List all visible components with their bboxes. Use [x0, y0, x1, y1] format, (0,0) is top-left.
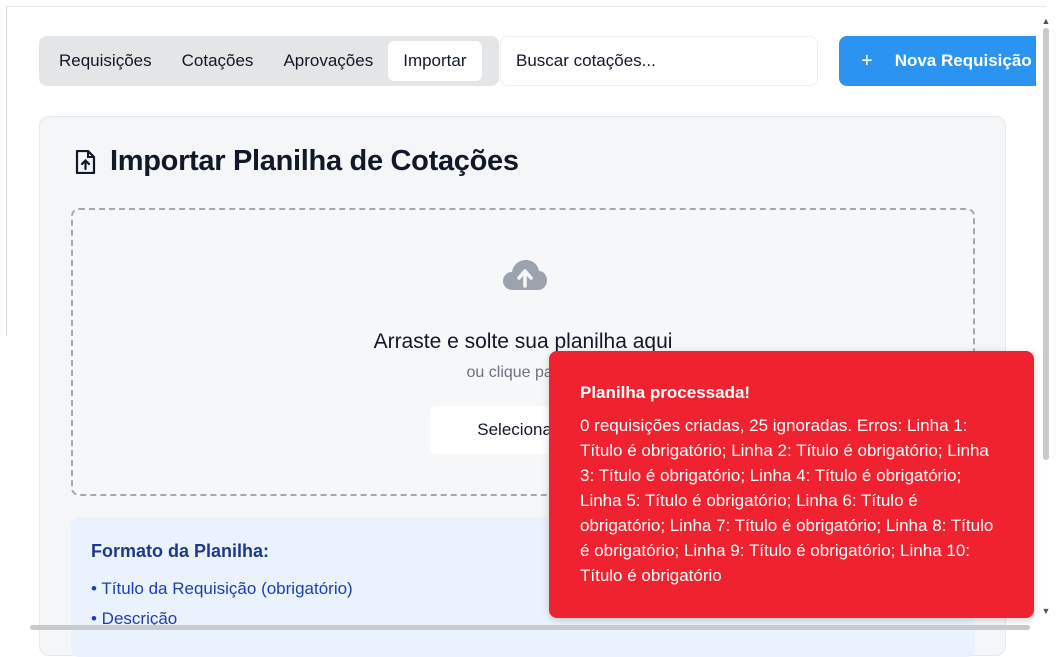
search-input[interactable]: Buscar cotações... — [500, 36, 818, 86]
divider — [6, 6, 1046, 7]
error-toast[interactable]: Planilha processada! 0 requisições criad… — [549, 351, 1034, 618]
scrollbar-thumb[interactable] — [1043, 28, 1049, 460]
card-header: Importar Planilha de Cotações — [74, 145, 519, 178]
divider — [6, 6, 7, 336]
page-title: Importar Planilha de Cotações — [110, 145, 519, 177]
scroll-down-icon[interactable]: ▼ — [1041, 606, 1051, 616]
tab-requisicoes[interactable]: Requisições — [44, 41, 167, 81]
scroll-up-icon[interactable]: ▲ — [1041, 16, 1051, 26]
tab-importar[interactable]: Importar — [388, 41, 482, 81]
format-title: Formato da Planilha: — [91, 541, 270, 561]
file-upload-icon — [75, 149, 96, 174]
tab-bar: Requisições Cotações Aprovações Importar — [39, 36, 499, 86]
tab-cotacoes[interactable]: Cotações — [167, 41, 269, 81]
app-frame: Requisições Cotações Aprovações Importar… — [0, 0, 1060, 657]
scrollbar-thumb[interactable] — [30, 625, 1030, 630]
new-requisition-label: Nova Requisição — [894, 51, 1032, 70]
toast-message: 0 requisições criadas, 25 ignoradas. Err… — [580, 416, 994, 585]
plus-icon: + — [861, 49, 873, 72]
toast-title: Planilha processada! — [580, 383, 751, 402]
list-item: • Título da Requisição (obrigatório) — [91, 579, 353, 598]
vertical-scrollbar[interactable]: ▲ ▼ — [1040, 10, 1052, 622]
new-requisition-button[interactable]: + Nova Requisição — [839, 36, 1036, 86]
tab-aprovacoes[interactable]: Aprovações — [268, 41, 388, 81]
cloud-upload-icon — [503, 260, 547, 290]
horizontal-scrollbar[interactable] — [20, 623, 1040, 631]
